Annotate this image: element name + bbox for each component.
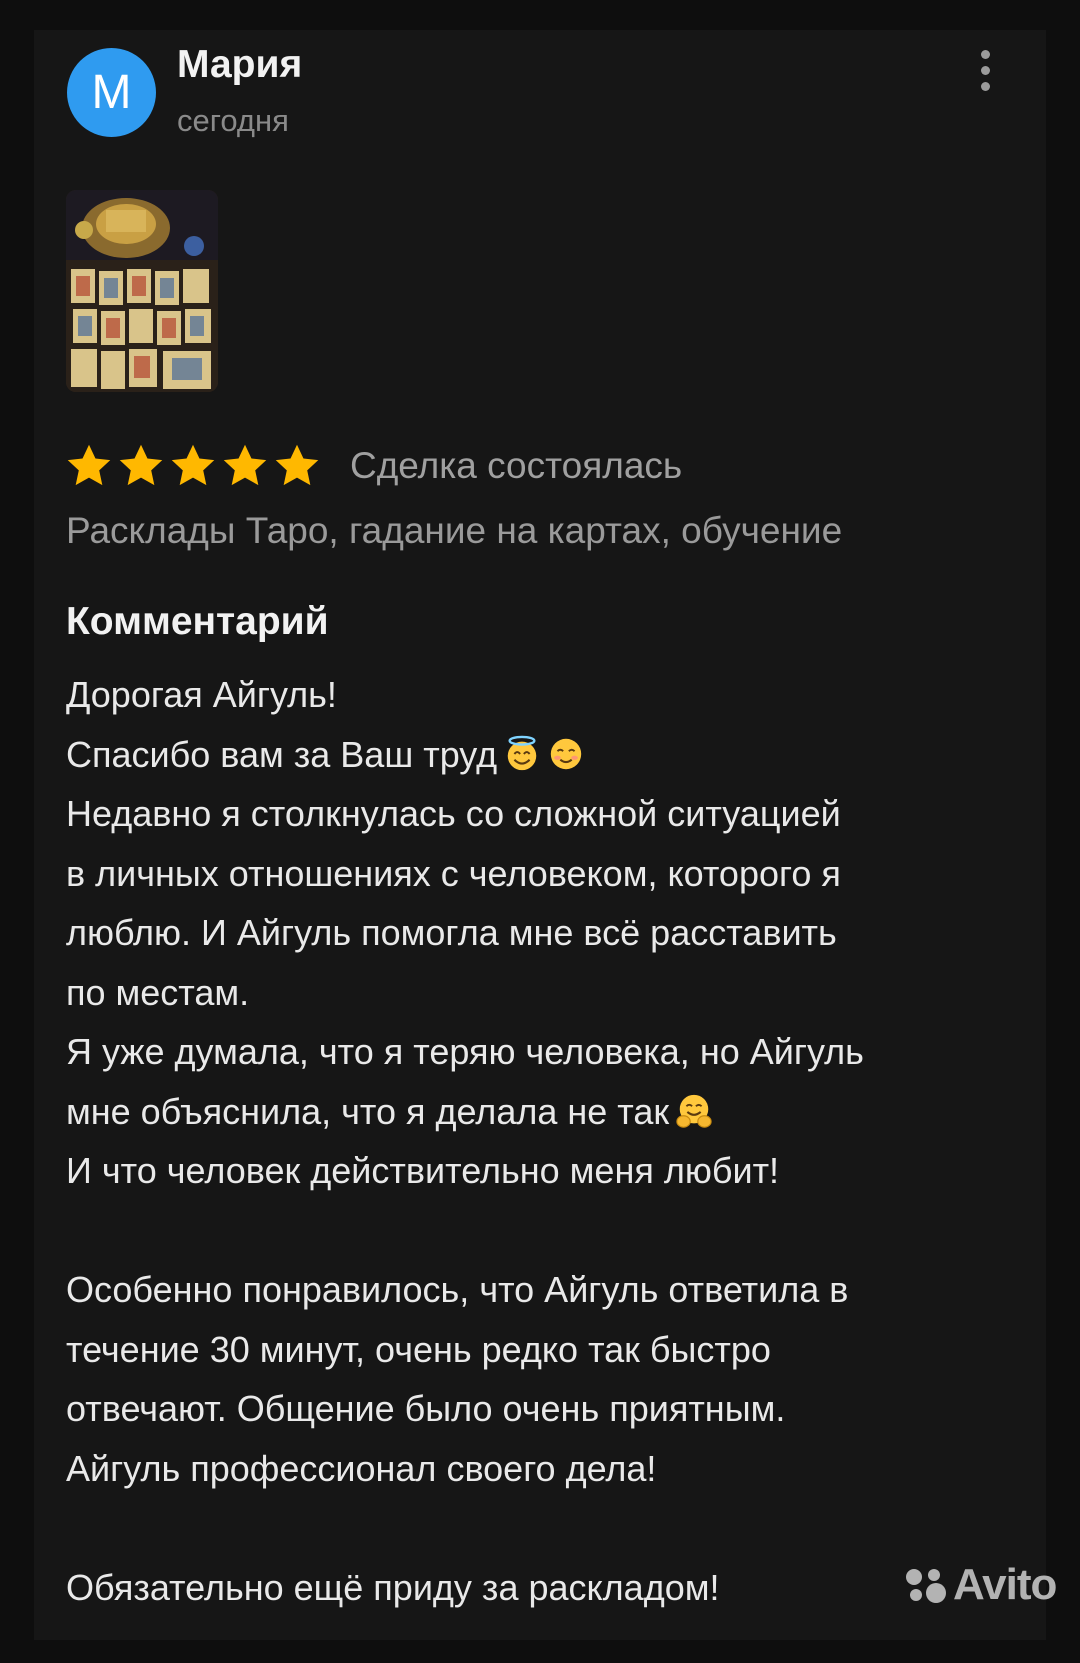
smiling-face-with-halo-emoji (507, 735, 537, 770)
comment-body: Дорогая Айгуль! Спасибо вам за Ваш труд … (66, 665, 1016, 1617)
comment-blank-line (66, 1498, 1016, 1558)
comment-line: Недавно я столкнулась со сложной ситуаци… (66, 793, 841, 834)
rating-row: Сделка состоялась (64, 440, 682, 492)
service-category[interactable]: Расклады Таро, гадание на картах, обучен… (66, 510, 842, 552)
more-options-icon[interactable] (970, 50, 1000, 100)
comment-heading: Комментарий (66, 600, 329, 643)
deal-status: Сделка состоялась (350, 445, 683, 486)
avito-watermark-text: Avito (953, 1560, 1057, 1609)
comment-line-text: мне объяснила, что я делала не так (66, 1090, 670, 1132)
avatar[interactable]: М (67, 48, 156, 137)
star-icon (171, 444, 215, 486)
comment-line: Дорогая Айгуль! (66, 674, 337, 715)
avito-logo-icon (906, 1569, 946, 1603)
comment-line: Я уже думала, что я теряю человека, но А… (66, 1031, 864, 1072)
comment-line: Особенно понравилось, что Айгуль ответил… (66, 1269, 849, 1310)
comment-line: мне объяснила, что я делала не так (66, 1082, 1016, 1142)
rating-stars (64, 441, 322, 491)
comment-line: в личных отношениях с человеком, которог… (66, 852, 841, 894)
comment-line: Спасибо вам за Ваш труд (66, 725, 1016, 785)
comment-line: отвечают. Общение было очень приятным. (66, 1388, 786, 1429)
comment-line: течение 30 минут, очень редко так быстро (66, 1328, 771, 1370)
comment-line: И что человек действительно меня любит! (66, 1150, 780, 1191)
comment-line: Обязательно ещё приду за раскладом! (66, 1566, 720, 1608)
smiling-face-emoji (550, 738, 582, 769)
star-icon (223, 444, 267, 486)
avito-watermark: Avito (903, 1560, 1057, 1610)
review-date: сегодня (177, 103, 289, 138)
author-name[interactable]: Мария (177, 43, 302, 87)
star-icon (275, 444, 319, 486)
star-icon (67, 444, 111, 486)
comment-blank-line (66, 1201, 1016, 1261)
comment-line-text: Спасибо вам за Ваш труд (66, 733, 498, 775)
review-photo-thumbnail[interactable] (66, 190, 218, 392)
hugging-face-emoji (676, 1094, 712, 1128)
star-icon (119, 444, 163, 486)
comment-line: Айгуль профессионал своего дела! (66, 1447, 657, 1489)
tarot-cards-photo (66, 190, 218, 392)
comment-line: люблю. И Айгуль помогла мне всё расстави… (66, 912, 837, 953)
comment-line: по местам. (66, 971, 250, 1013)
